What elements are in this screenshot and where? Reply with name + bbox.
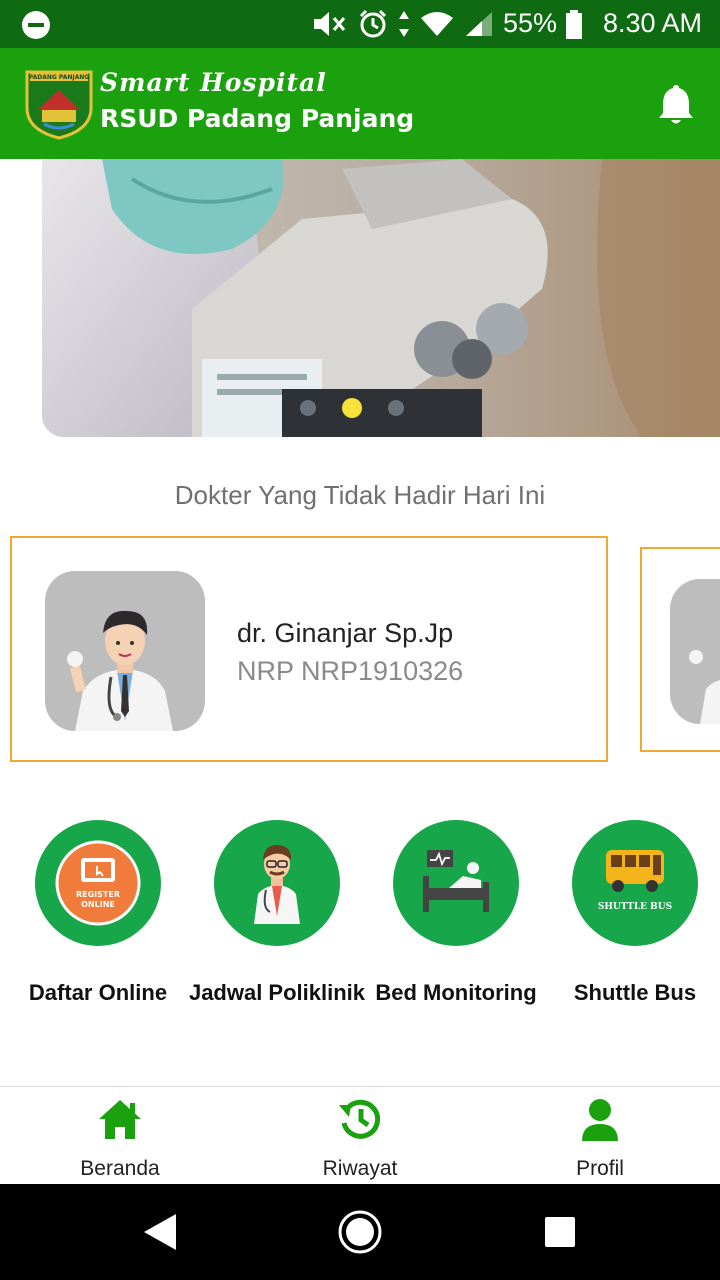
absent-doctors-title: Dokter Yang Tidak Hadir Hari Ini bbox=[174, 480, 546, 510]
profile-icon bbox=[582, 1099, 618, 1141]
battery-percent: 55% bbox=[503, 8, 558, 38]
banner-image bbox=[42, 159, 720, 437]
doctor-card[interactable]: dr. Ginanjar Sp.Jp NRP NRP1910326 bbox=[10, 536, 608, 762]
logo-text: PADANG PANJANG bbox=[29, 74, 90, 81]
doctor-name: dr. Ginanjar Sp.Jp bbox=[237, 618, 454, 648]
do-not-disturb-icon bbox=[22, 11, 50, 39]
menu-label: Jadwal Poliklinik bbox=[188, 980, 366, 1005]
carousel-indicators bbox=[300, 398, 404, 418]
carousel-dot[interactable] bbox=[300, 400, 316, 416]
nav-beranda[interactable]: Beranda bbox=[0, 1087, 240, 1185]
shuttle-badge-text: SHUTTLE BUS bbox=[598, 902, 672, 912]
carousel-dot[interactable] bbox=[388, 400, 404, 416]
menu-bed-monitoring[interactable]: Bed Monitoring bbox=[366, 820, 546, 1007]
bell-icon[interactable] bbox=[656, 82, 696, 126]
mute-icon bbox=[314, 12, 346, 36]
doctor-avatar bbox=[45, 571, 205, 731]
home-button-icon[interactable] bbox=[336, 1208, 384, 1256]
hospital-logo: PADANG PANJANG bbox=[25, 70, 93, 140]
nav-label: Beranda bbox=[80, 1157, 160, 1180]
shuttle-bus-icon: SHUTTLE BUS bbox=[572, 820, 698, 946]
clock: 8.30 AM bbox=[602, 8, 702, 38]
menu-label: Daftar Online bbox=[28, 980, 168, 1005]
nav-riwayat[interactable]: Riwayat bbox=[240, 1087, 480, 1185]
banner-carousel[interactable] bbox=[42, 159, 720, 437]
nav-label: Riwayat bbox=[322, 1157, 398, 1180]
nav-profil[interactable]: Profil bbox=[480, 1087, 720, 1185]
doctor-avatar bbox=[670, 579, 720, 724]
doctor-card-partial[interactable] bbox=[640, 547, 720, 752]
alarm-icon bbox=[359, 9, 387, 38]
data-arrows-icon bbox=[399, 11, 409, 37]
menu-shuttle-bus[interactable]: SHUTTLE BUS Shuttle Bus bbox=[545, 820, 720, 1007]
menu-daftar-online[interactable]: REGISTER ONLINE Daftar Online bbox=[8, 820, 188, 1007]
menu-jadwal-poliklinik[interactable]: Jadwal Poliklinik bbox=[187, 820, 367, 1007]
status-icons bbox=[312, 8, 494, 40]
signal-icon bbox=[466, 12, 492, 36]
status-bar: 55% 8.30 AM bbox=[0, 0, 720, 48]
menu-label: Bed Monitoring bbox=[375, 980, 537, 1005]
wifi-icon bbox=[421, 12, 453, 36]
hospital-name: RSUD Padang Panjang bbox=[100, 104, 415, 133]
back-icon[interactable] bbox=[140, 1212, 180, 1252]
menu-label: Shuttle Bus bbox=[573, 980, 697, 1005]
recents-icon[interactable] bbox=[544, 1216, 576, 1248]
battery-icon bbox=[566, 10, 582, 39]
bottom-navigation: Beranda Riwayat Profil bbox=[0, 1086, 720, 1185]
doctor-icon bbox=[214, 820, 340, 946]
app-bar: PADANG PANJANG Smart Hospital RSUD Padan… bbox=[0, 48, 720, 159]
online-badge-text: ONLINE bbox=[81, 900, 115, 909]
register-online-icon: REGISTER ONLINE bbox=[35, 820, 161, 946]
register-badge-text: REGISTER bbox=[76, 890, 120, 899]
home-icon bbox=[99, 1100, 141, 1139]
nav-label: Profil bbox=[576, 1157, 624, 1180]
brand-tagline: Smart Hospital bbox=[100, 68, 327, 97]
hospital-bed-icon bbox=[393, 820, 519, 946]
system-navigation-bar bbox=[0, 1184, 720, 1280]
carousel-dot-active[interactable] bbox=[342, 398, 362, 418]
history-icon bbox=[339, 1099, 381, 1139]
doctor-nrp: NRP NRP1910326 bbox=[237, 656, 464, 686]
